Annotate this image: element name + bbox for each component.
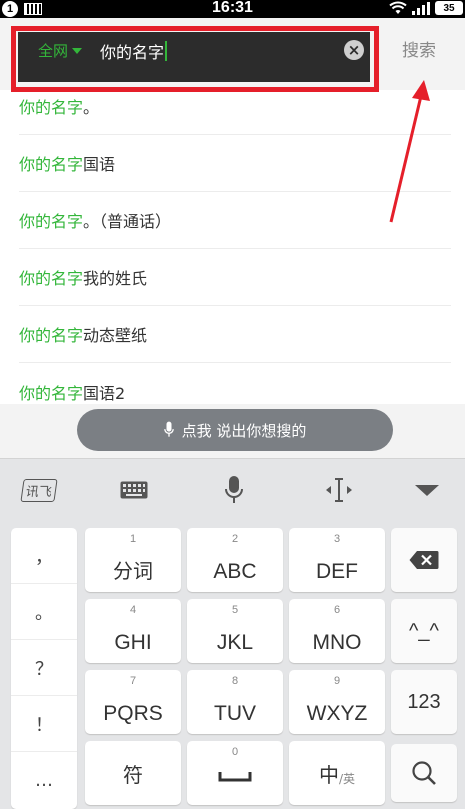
search-key[interactable] <box>391 744 457 802</box>
backspace-icon <box>409 551 439 569</box>
suggestion-item[interactable]: 你的名字。 <box>19 78 451 135</box>
suggestion-rest: 。 <box>83 98 100 117</box>
search-query-text: 你的名字 <box>100 43 165 62</box>
key-label: PQRS <box>103 702 163 725</box>
key-number: 6 <box>333 604 341 616</box>
key-number: 4 <box>129 604 137 616</box>
key-label: MNO <box>312 631 362 654</box>
text-cursor-icon <box>326 478 352 502</box>
suggestion-rest: 。（普通话） <box>83 212 172 231</box>
key-2[interactable]: 2 ABC <box>187 528 283 592</box>
suggestion-list: 你的名字。 你的名字 国语 你的名字 。（普通话） 你的名字 我的姓氏 你的名字 动态壁… <box>0 78 465 420</box>
space-bar-icon <box>218 772 252 782</box>
key-label: TUV <box>214 702 256 725</box>
chevron-down-icon <box>415 485 439 496</box>
key-label: 分词 <box>113 559 153 583</box>
key-number: 1 <box>129 533 137 545</box>
keyboard-toolbar: 讯飞 <box>0 458 465 521</box>
backspace-icon-wrap <box>391 528 457 592</box>
emoticon-label: ^_^ <box>409 619 439 642</box>
key-number: 7 <box>129 675 137 687</box>
suggestion-item[interactable]: 你的名字 动态壁纸 <box>19 306 451 363</box>
key-number: 5 <box>231 604 239 616</box>
language-switch-key[interactable]: 中/英 <box>289 741 385 805</box>
suggestion-item[interactable]: 你的名字 国语 <box>19 135 451 192</box>
suggestion-highlight: 你的名字 <box>19 98 84 117</box>
language-switch-wrap: 中/英 <box>289 741 385 805</box>
language-main-label: 中 <box>318 762 339 787</box>
symbols-label: 符 <box>123 762 143 787</box>
suggestion-rest: 动态壁纸 <box>83 326 148 345</box>
key-number: 9 <box>333 675 341 687</box>
key-label: JKL <box>216 631 254 654</box>
suggestion-item[interactable]: 你的名字 我的姓氏 <box>19 249 451 306</box>
punctuation-key[interactable]: … <box>11 752 77 808</box>
voice-input-button[interactable] <box>205 459 263 521</box>
hide-keyboard-button[interactable] <box>398 459 456 521</box>
punctuation-column: ， 。 ？ ！ … <box>11 528 77 809</box>
numbers-key[interactable]: 123 <box>391 670 457 734</box>
voice-search-area: 点我 说出你想搜的 <box>0 404 465 458</box>
search-scope-label: 全网 <box>38 42 69 60</box>
suggestion-highlight: 你的名字 <box>19 269 84 288</box>
search-icon <box>412 761 436 785</box>
key-number: 2 <box>231 533 239 545</box>
backspace-key[interactable] <box>391 528 457 592</box>
key-5[interactable]: 5 JKL <box>187 599 283 663</box>
key-label: WXYZ <box>306 702 368 725</box>
key-label: GHI <box>114 631 152 654</box>
battery-icon: 35 <box>435 1 463 15</box>
suggestion-highlight: 你的名字 <box>19 326 84 345</box>
signal-icon <box>412 1 430 15</box>
key-7[interactable]: 7 PQRS <box>85 670 181 734</box>
search-button[interactable]: 搜索 <box>383 37 455 65</box>
key-6[interactable]: 6 MNO <box>289 599 385 663</box>
key-label: DEF <box>316 560 358 583</box>
search-scope-dropdown[interactable]: 全网 <box>38 40 83 61</box>
voice-search-label: 点我 说出你想搜的 <box>181 421 307 440</box>
suggestion-rest: 国语 <box>83 155 116 174</box>
suggestion-rest: 国语2 <box>83 383 126 403</box>
suggestion-highlight: 你的名字 <box>19 212 84 231</box>
key-4[interactable]: 4 GHI <box>85 599 181 663</box>
microphone-icon <box>225 476 243 503</box>
punctuation-key[interactable]: ？ <box>11 640 77 696</box>
suggestion-item[interactable]: 你的名字 。（普通话） <box>19 192 451 249</box>
key-8[interactable]: 8 TUV <box>187 670 283 734</box>
emoticon-key[interactable]: ^_^ <box>391 599 457 663</box>
key-number: 8 <box>231 675 239 687</box>
suggestion-rest: 我的姓氏 <box>83 269 148 288</box>
clear-icon[interactable]: × <box>344 40 364 60</box>
symbols-key[interactable]: 符 <box>85 741 181 805</box>
search-key-wrap <box>391 744 457 802</box>
ime-logo-button[interactable]: 讯飞 <box>10 459 68 521</box>
search-input[interactable]: 你的名字 <box>100 39 168 63</box>
key-number: 3 <box>333 533 341 545</box>
numbers-label: 123 <box>407 690 441 713</box>
space-key[interactable]: 0 <box>187 741 283 805</box>
status-bar: 1 16:31 35 <box>0 0 465 18</box>
text-cursor <box>165 41 168 61</box>
voice-search-button[interactable]: 点我 说出你想搜的 <box>77 409 393 451</box>
punctuation-key[interactable]: ！ <box>11 696 77 752</box>
wifi-icon <box>389 1 407 14</box>
keyboard-layout-button[interactable] <box>105 459 163 521</box>
language-sub-label: /英 <box>338 772 356 786</box>
keyboard-icon <box>120 481 148 499</box>
punctuation-key[interactable]: ， <box>11 528 77 584</box>
key-1[interactable]: 1 分词 <box>85 528 181 592</box>
key-9[interactable]: 9 WXYZ <box>289 670 385 734</box>
key-3[interactable]: 3 DEF <box>289 528 385 592</box>
key-number: 0 <box>231 746 239 758</box>
ime-logo: 讯飞 <box>20 478 58 502</box>
suggestion-highlight: 你的名字 <box>19 155 84 174</box>
cursor-move-button[interactable] <box>310 459 368 521</box>
caret-down-icon <box>72 47 83 54</box>
microphone-icon <box>163 421 174 437</box>
status-right: 35 <box>389 1 463 15</box>
punctuation-key[interactable]: 。 <box>11 584 77 640</box>
suggestion-highlight: 你的名字 <box>19 383 84 403</box>
key-label: ABC <box>213 560 257 583</box>
